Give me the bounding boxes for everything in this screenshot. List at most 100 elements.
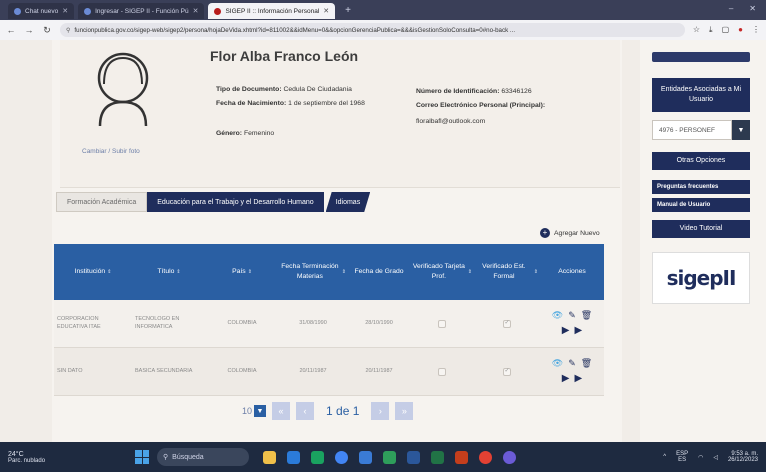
first-page-button[interactable]: « — [272, 402, 291, 420]
cell-acciones: 👁 ✎ 🗑 ▶ ▶ — [540, 348, 604, 395]
profile-icon[interactable]: ● — [738, 25, 743, 35]
sidepanel-icon[interactable]: ▢ — [722, 25, 730, 35]
other-options-heading: Otras Opciones — [652, 152, 750, 170]
menu-dots-icon[interactable]: ⋮ — [752, 25, 760, 35]
view-eye-icon[interactable]: 👁 — [552, 310, 563, 322]
cell-titulo: BASICA SECUNDARIA — [135, 367, 193, 374]
col-header-institucion[interactable]: Institución ⇕ — [54, 244, 132, 300]
right-sidebar: Entidades Asociadas a Mi Usuario 4976 - … — [640, 40, 766, 442]
browser-tab-ingresar[interactable]: Ingresar - SIGEP II - Función Pú ✕ — [78, 3, 205, 19]
back-arrow-icon[interactable]: ← — [6, 25, 16, 35]
sort-icon: ⇕ — [247, 268, 252, 275]
browser-tab-sigep[interactable]: SIGEP II :: Información Personal ✕ — [208, 3, 336, 19]
view-eye-icon[interactable]: 👁 — [552, 358, 563, 370]
col-header-fecha-terminacion[interactable]: Fecha Terminación Materias ⇕ — [278, 244, 348, 300]
col-header-acciones: Acciones — [558, 268, 586, 276]
new-tab-icon[interactable]: + — [345, 3, 351, 19]
mail-icon[interactable] — [359, 450, 373, 464]
reload-icon[interactable]: ↻ — [42, 25, 52, 36]
next-page-button[interactable]: › — [371, 402, 390, 420]
birth-field: Fecha de Nacimiento: 1 de septiembre del… — [216, 100, 365, 107]
forward-arrow-icon[interactable]: → — [24, 25, 34, 35]
word-icon[interactable] — [407, 450, 421, 464]
doc-type-value: Cedula De Ciudadania — [283, 86, 352, 93]
weather-widget[interactable]: 24°C Parc. nublado — [8, 451, 45, 464]
table-header: Institución ⇕ Título ⇕ País ⇕ Fecha Termina… — [54, 244, 604, 300]
page-indicator: 1 de 1 — [326, 404, 360, 418]
browser-tab-chat[interactable]: Chat nuevo ✕ — [8, 3, 75, 19]
powerpoint-icon[interactable] — [455, 450, 469, 464]
app-icon[interactable] — [383, 450, 397, 464]
birth-label: Fecha de Nacimiento: — [216, 100, 287, 107]
tab-label: Chat nuevo — [25, 7, 59, 15]
file-explorer-icon[interactable] — [263, 450, 277, 464]
site-info-icon[interactable]: ⚲ — [66, 27, 70, 34]
close-tab-icon[interactable]: ✕ — [323, 7, 329, 15]
col-header-verificado-tarjeta[interactable]: Verificado Tarjeta Prof. ⇕ — [410, 244, 474, 300]
search-icon: ⚲ — [163, 454, 169, 461]
chrome-icon[interactable] — [503, 450, 517, 464]
id-field: Número de Identificación: 63346126 — [416, 88, 532, 95]
email-label: Correo Electrónico Personal (Principal): — [416, 102, 546, 109]
col-header-pais[interactable]: País ⇕ — [206, 244, 278, 300]
url-bar[interactable]: ⚲ funcionpublica.gov.co/sigep-web/sigep2… — [60, 23, 685, 37]
col-header-verificado-formal[interactable]: Verificado Est. Formal ⇕ — [474, 244, 540, 300]
close-window-icon[interactable]: ✕ — [749, 4, 756, 13]
edge-icon[interactable] — [335, 450, 349, 464]
close-tab-icon[interactable]: ✕ — [62, 7, 68, 15]
open-folder-icon[interactable]: ▶ — [562, 324, 570, 337]
open-folder-icon[interactable]: ▶ — [575, 372, 583, 385]
tab-favicon-icon — [84, 7, 92, 15]
actions-bottom: ▶ ▶ — [562, 372, 582, 385]
doc-type-label: Tipo de Documento: — [216, 86, 282, 93]
page-size-select[interactable]: 10 ▼ — [242, 405, 267, 417]
faq-link[interactable]: Preguntas frecuentes — [652, 180, 750, 194]
gender-label: Género: — [216, 130, 243, 137]
taskbar-search[interactable]: ⚲ Búsqueda — [157, 448, 250, 466]
download-icon[interactable]: ⤓ — [709, 25, 713, 35]
cell-fecha-terminacion: 20/11/1987 — [299, 367, 327, 374]
entity-select[interactable]: 4976 - PERSONEF ▼ — [652, 120, 750, 140]
tab-formacion-academica[interactable]: Formación Académica — [56, 192, 148, 212]
cell-institucion: SIN DATO — [57, 367, 83, 374]
email-value: floralbafl@outlook.com — [416, 118, 486, 125]
tab-idiomas[interactable]: Idiomas — [326, 192, 371, 212]
language-indicator[interactable]: ESP ES — [676, 451, 688, 463]
chrome-icon[interactable] — [479, 450, 493, 464]
change-photo-link[interactable]: Cambiar / Subir foto — [82, 148, 140, 155]
excel-icon[interactable] — [431, 450, 445, 464]
bookmark-star-icon[interactable]: ☆ — [693, 25, 700, 35]
sigep-logo: sigepII — [652, 252, 750, 304]
delete-trash-icon[interactable]: 🗑 — [581, 358, 592, 370]
manual-link[interactable]: Manual de Usuario — [652, 198, 750, 212]
prev-page-button[interactable]: ‹ — [296, 402, 315, 420]
cell-pais: COLOMBIA — [227, 367, 257, 374]
add-new-button[interactable]: + Agregar Nuevo — [540, 228, 600, 238]
plus-circle-icon: + — [540, 228, 550, 238]
close-tab-icon[interactable]: ✕ — [193, 7, 199, 15]
entity-select-value: 4976 - PERSONEF — [652, 120, 732, 140]
col-header-fecha-grado[interactable]: Fecha de Grado — [348, 244, 410, 300]
edit-pencil-icon[interactable]: ✎ — [568, 358, 576, 370]
tab-educacion-trabajo[interactable]: Educación para el Trabajo y el Desarroll… — [147, 192, 324, 212]
delete-trash-icon[interactable]: 🗑 — [581, 310, 592, 322]
edit-pencil-icon[interactable]: ✎ — [568, 310, 576, 322]
open-folder-icon[interactable]: ▶ — [562, 372, 570, 385]
doc-type-field: Tipo de Documento: Cedula De Ciudadania — [216, 86, 352, 93]
minimize-icon[interactable]: – — [729, 4, 733, 13]
app-icon[interactable] — [311, 450, 325, 464]
open-folder-icon[interactable]: ▶ — [575, 324, 583, 337]
video-tutorial-heading[interactable]: Video Tutorial — [652, 220, 750, 238]
chevron-down-icon: ▼ — [732, 120, 750, 140]
browser-chrome: Chat nuevo ✕ Ingresar - SIGEP II - Funci… — [0, 0, 766, 40]
clock[interactable]: 9:53 a. m. 26/12/2023 — [728, 451, 758, 463]
wifi-icon[interactable]: ◠ — [698, 454, 703, 461]
windows-start-icon[interactable] — [135, 450, 150, 464]
volume-icon[interactable]: ◁ — [713, 454, 718, 461]
cell-verificado-tarjeta — [410, 300, 474, 347]
store-icon[interactable] — [287, 450, 301, 464]
chevron-up-icon[interactable]: ^ — [663, 454, 666, 460]
col-header-titulo[interactable]: Título ⇕ — [132, 244, 206, 300]
section-tabs: Formación Académica Educación para el Tr… — [56, 192, 370, 212]
last-page-button[interactable]: » — [395, 402, 414, 420]
